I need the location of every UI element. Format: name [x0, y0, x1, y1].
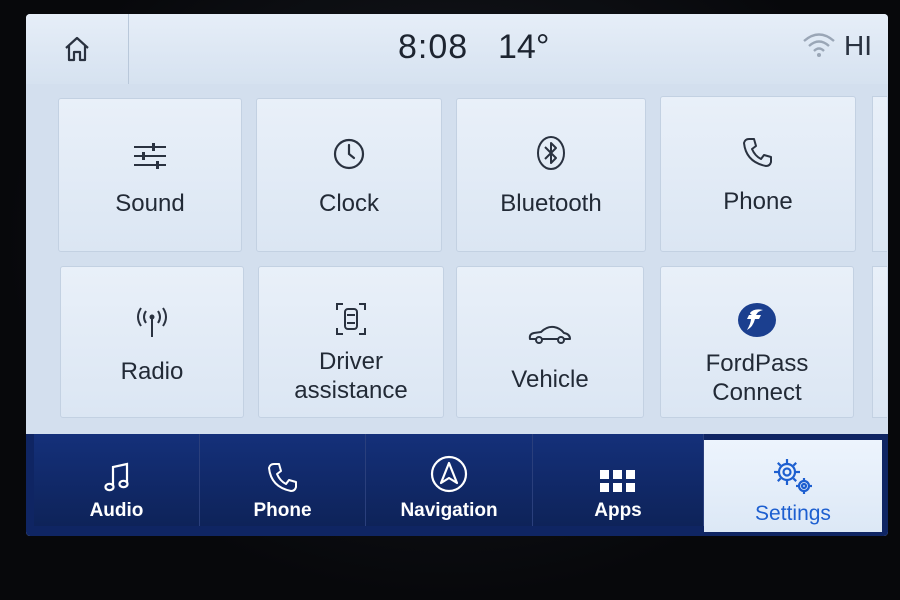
- nav-phone[interactable]: Phone: [200, 434, 366, 526]
- nav-navigation[interactable]: Navigation: [366, 434, 533, 526]
- phone-icon: [267, 463, 297, 492]
- next-page-tile-peek: [872, 96, 887, 252]
- status-temperature: 14°: [498, 28, 550, 66]
- nav-phone-label: Phone: [253, 500, 312, 521]
- gears-icon: [774, 459, 812, 494]
- label-line: Driver: [318, 348, 383, 375]
- label-line: FordPass: [705, 350, 809, 377]
- infotainment-screen: 8:08 14° HI Sound Clock Bluetooth Phone …: [26, 14, 888, 536]
- status-time: 8:08: [398, 28, 469, 66]
- tile-clock[interactable]: Clock: [256, 98, 442, 252]
- tile-vehicle-label: Vehicle: [511, 366, 589, 393]
- label-line: Connect: [712, 379, 802, 406]
- nav-settings-label: Settings: [755, 502, 831, 525]
- antenna-icon: [137, 307, 167, 337]
- clock-icon: [333, 138, 365, 170]
- nav-settings[interactable]: Settings: [704, 440, 882, 532]
- nav-navigation-label: Navigation: [400, 500, 498, 521]
- next-page-tile-peek: [872, 266, 887, 418]
- home-icon: [65, 36, 89, 62]
- tile-driver-assistance-label: Driver assistance: [294, 347, 407, 405]
- bluetooth-icon: [537, 136, 565, 170]
- phone-icon: [743, 138, 772, 167]
- nav-audio[interactable]: Audio: [34, 434, 200, 526]
- tile-sound-label: Sound: [115, 190, 185, 217]
- tile-phone-label: Phone: [723, 188, 793, 215]
- car-icon: [528, 325, 571, 344]
- tile-vehicle[interactable]: Vehicle: [456, 266, 644, 418]
- bottom-nav-bar: Audio Phone Navigation Apps Settings: [26, 434, 888, 536]
- fordpass-logo-icon: [738, 303, 776, 337]
- user-profile[interactable]: HI: [844, 30, 872, 62]
- tile-clock-label: Clock: [318, 190, 379, 217]
- navigation-arrow-icon: [430, 455, 468, 493]
- tile-fordpass-connect-label: FordPass Connect: [706, 349, 809, 407]
- tile-phone[interactable]: Phone: [660, 96, 856, 252]
- equalizer-icon: [134, 143, 166, 169]
- tile-radio[interactable]: Radio: [60, 266, 244, 418]
- nav-apps-label: Apps: [594, 500, 642, 521]
- home-button[interactable]: [26, 14, 129, 84]
- tile-radio-label: Radio: [120, 358, 184, 385]
- apps-grid-icon: [600, 470, 635, 492]
- tile-fordpass-connect[interactable]: FordPass Connect: [660, 266, 854, 418]
- tile-bluetooth[interactable]: Bluetooth: [456, 98, 646, 252]
- nav-audio-label: Audio: [89, 500, 144, 521]
- tile-sound[interactable]: Sound: [58, 98, 242, 252]
- tile-driver-assistance[interactable]: Driver assistance: [258, 266, 444, 418]
- music-note-icon: [103, 462, 129, 492]
- settings-grid: Sound Clock Bluetooth Phone Radio Driver…: [26, 84, 888, 493]
- status-bar: 8:08 14° HI: [26, 14, 888, 85]
- nav-apps[interactable]: Apps: [533, 434, 704, 526]
- tile-bluetooth-label: Bluetooth: [500, 190, 602, 217]
- wifi-icon: [801, 30, 837, 63]
- driver-assist-icon: [336, 303, 366, 335]
- label-line: assistance: [294, 377, 408, 404]
